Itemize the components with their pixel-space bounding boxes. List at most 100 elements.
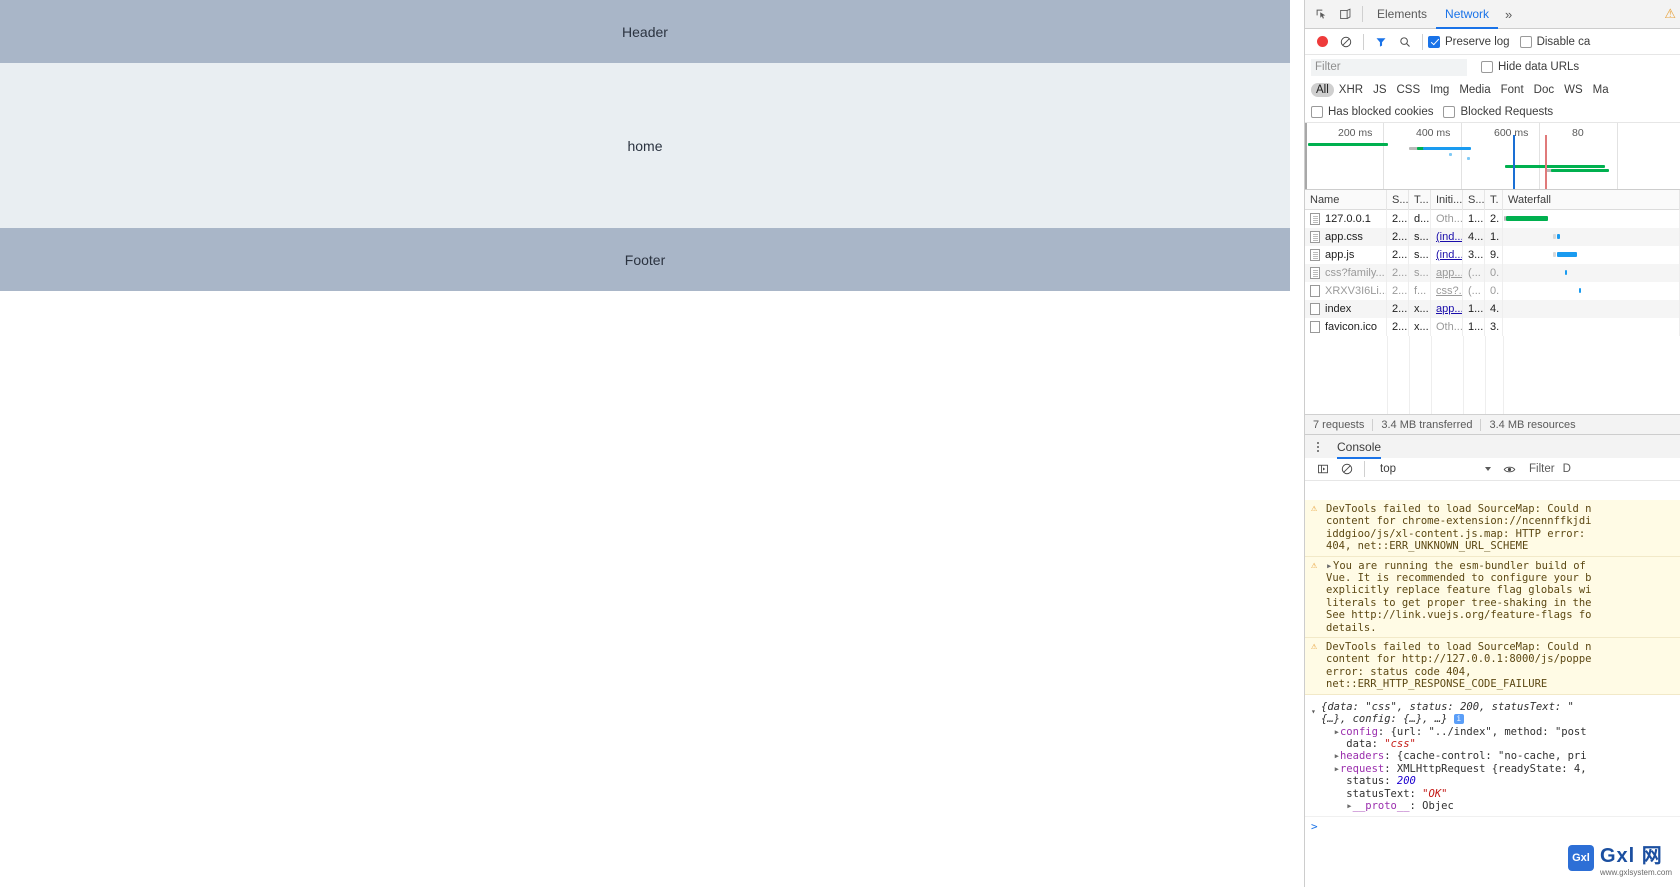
- blocked-requests-label[interactable]: Blocked Requests: [1460, 106, 1553, 118]
- drawer-tabstrip: Console: [1305, 434, 1680, 458]
- type-filter-ws[interactable]: WS: [1559, 83, 1588, 97]
- hide-data-urls-label[interactable]: Hide data URLs: [1498, 61, 1579, 73]
- table-row[interactable]: 127.0.0.1 2... d... Oth... 1... 2.: [1305, 210, 1680, 228]
- drawer-more-options-icon[interactable]: [1311, 441, 1325, 452]
- tab-network[interactable]: Network: [1436, 0, 1498, 29]
- column-header-name[interactable]: Name: [1305, 189, 1387, 210]
- request-status: 2...: [1387, 318, 1409, 336]
- request-initiator[interactable]: app...: [1431, 264, 1463, 282]
- console-warning-message[interactable]: ⚠ DevTools failed to load SourceMap: Cou…: [1305, 500, 1680, 557]
- column-header-size[interactable]: S...: [1463, 189, 1485, 210]
- doc-icon: [1310, 231, 1320, 244]
- type-filter-css[interactable]: CSS: [1391, 83, 1425, 97]
- tab-console[interactable]: Console: [1337, 435, 1381, 459]
- type-filter-font[interactable]: Font: [1496, 83, 1529, 97]
- table-row[interactable]: XRXV3I6Li... 2... f... css?... (... 0.: [1305, 282, 1680, 300]
- overview-tick-400ms: 400 ms: [1416, 127, 1451, 139]
- object-summary-line-2: {…}, config: {…}, …}: [1321, 713, 1448, 726]
- console-filter-label[interactable]: Filter: [1529, 463, 1555, 475]
- table-row[interactable]: css?family... 2... s... app... (... 0.: [1305, 264, 1680, 282]
- page-viewport: Header home Footer: [0, 0, 1290, 887]
- console-clear-icon[interactable]: [1335, 457, 1359, 481]
- disable-cache-label[interactable]: Disable ca: [1537, 36, 1591, 48]
- column-header-status[interactable]: S...: [1387, 189, 1409, 210]
- console-warning-message[interactable]: ⚠ DevTools failed to load SourceMap: Cou…: [1305, 638, 1680, 695]
- inspect-element-icon[interactable]: [1309, 2, 1333, 26]
- blocked-requests-checkbox[interactable]: [1443, 105, 1456, 118]
- type-filter-xhr[interactable]: XHR: [1334, 83, 1368, 97]
- object-prop-key: statusText: [1346, 787, 1410, 800]
- preserve-log-checkbox[interactable]: [1428, 35, 1440, 48]
- console-sidebar-icon[interactable]: [1311, 457, 1335, 481]
- live-expression-eye-icon[interactable]: [1497, 457, 1521, 481]
- watermark-url: www.gxlsystem.com: [1599, 868, 1672, 877]
- info-icon[interactable]: i: [1453, 714, 1464, 725]
- page-footer-label: Footer: [624, 251, 666, 268]
- clear-button[interactable]: [1334, 30, 1358, 54]
- type-filter-manifest[interactable]: Ma: [1588, 83, 1614, 97]
- request-status: 2...: [1387, 264, 1409, 282]
- hide-data-urls-checkbox[interactable]: [1481, 61, 1493, 73]
- filter-toggle-icon[interactable]: [1369, 30, 1393, 54]
- console-prompt[interactable]: >: [1305, 817, 1680, 837]
- page-header-band: Header: [0, 0, 1290, 63]
- type-filter-js[interactable]: JS: [1368, 83, 1391, 97]
- column-header-initiator[interactable]: Initi...: [1431, 189, 1463, 210]
- request-size: (...: [1463, 264, 1485, 282]
- page-header-label: Header: [622, 23, 668, 40]
- request-time: 1.: [1485, 228, 1503, 246]
- request-name: app.js: [1325, 249, 1355, 261]
- filter-input[interactable]: [1311, 58, 1467, 76]
- table-row[interactable]: app.js 2... s... (ind... 3... 9.: [1305, 246, 1680, 264]
- expand-triangle-icon[interactable]: ▸: [1326, 560, 1333, 572]
- overview-bar-doc: [1308, 143, 1388, 146]
- type-filter-all[interactable]: All: [1311, 83, 1334, 97]
- preserve-log-label[interactable]: Preserve log: [1445, 36, 1510, 48]
- column-header-waterfall[interactable]: Waterfall: [1503, 189, 1680, 210]
- execution-context-select[interactable]: top: [1372, 463, 1491, 475]
- request-name: app.css: [1325, 231, 1363, 243]
- has-blocked-cookies-label[interactable]: Has blocked cookies: [1328, 106, 1433, 118]
- request-size: (...: [1463, 282, 1485, 300]
- network-overview-timeline[interactable]: 200 ms 400 ms 600 ms 80: [1305, 123, 1680, 190]
- table-row[interactable]: index 2... x... app... 1... 4.: [1305, 300, 1680, 318]
- console-levels-label[interactable]: D: [1563, 463, 1571, 475]
- device-toolbar-icon[interactable]: [1333, 2, 1357, 26]
- column-header-type[interactable]: T...: [1409, 189, 1431, 210]
- request-initiator[interactable]: app...: [1431, 300, 1463, 318]
- network-summary-bar: 7 requests 3.4 MB transferred 3.4 MB res…: [1305, 414, 1680, 434]
- type-filter-doc[interactable]: Doc: [1529, 83, 1559, 97]
- type-filter-media[interactable]: Media: [1454, 83, 1495, 97]
- console-object-output[interactable]: ▾ {data: "css", status: 200, statusText:…: [1305, 695, 1680, 818]
- disable-cache-checkbox[interactable]: [1519, 35, 1532, 48]
- request-time: 0.: [1485, 282, 1503, 300]
- network-filter-row: Hide data URLs: [1305, 55, 1680, 79]
- request-initiator[interactable]: css?...: [1431, 282, 1463, 300]
- has-blocked-cookies-checkbox[interactable]: [1311, 105, 1323, 118]
- table-row[interactable]: app.css 2... s... (ind... 4... 1.: [1305, 228, 1680, 246]
- collapse-triangle-icon[interactable]: ▾: [1311, 701, 1321, 813]
- request-initiator[interactable]: (ind...: [1431, 246, 1463, 264]
- type-filter-img[interactable]: Img: [1425, 83, 1454, 97]
- warning-count-badge[interactable]: ⚠: [1664, 6, 1680, 22]
- request-initiator[interactable]: (ind...: [1431, 228, 1463, 246]
- screen: Header home Footer Elements Network » ⚠ …: [0, 0, 1680, 887]
- request-initiator: Oth...: [1431, 318, 1463, 336]
- record-button[interactable]: [1310, 30, 1334, 54]
- page-blank-area: [0, 291, 1290, 887]
- request-size: 4...: [1463, 228, 1485, 246]
- console-warning-message[interactable]: ⚠ ▸You are running the esm-bundler build…: [1305, 556, 1680, 639]
- search-icon[interactable]: [1393, 30, 1417, 54]
- more-tabs-icon[interactable]: »: [1498, 7, 1519, 22]
- console-message-list[interactable]: ⚠ DevTools failed to load SourceMap: Cou…: [1305, 500, 1680, 887]
- table-row[interactable]: favicon.ico 2... x... Oth... 1... 3.: [1305, 318, 1680, 336]
- column-header-time[interactable]: T.: [1485, 189, 1503, 210]
- overview-bar-blue: [1423, 147, 1471, 150]
- requests-table-body: 127.0.0.1 2... d... Oth... 1... 2. app.c…: [1305, 210, 1680, 414]
- overview-bar-dot1: [1449, 153, 1452, 156]
- overview-tick-600ms: 600 ms: [1494, 127, 1529, 139]
- overview-left-handle[interactable]: [1305, 123, 1307, 189]
- request-type: s...: [1409, 246, 1431, 264]
- request-name: XRXV3I6Li...: [1325, 285, 1387, 297]
- tab-elements[interactable]: Elements: [1368, 0, 1436, 29]
